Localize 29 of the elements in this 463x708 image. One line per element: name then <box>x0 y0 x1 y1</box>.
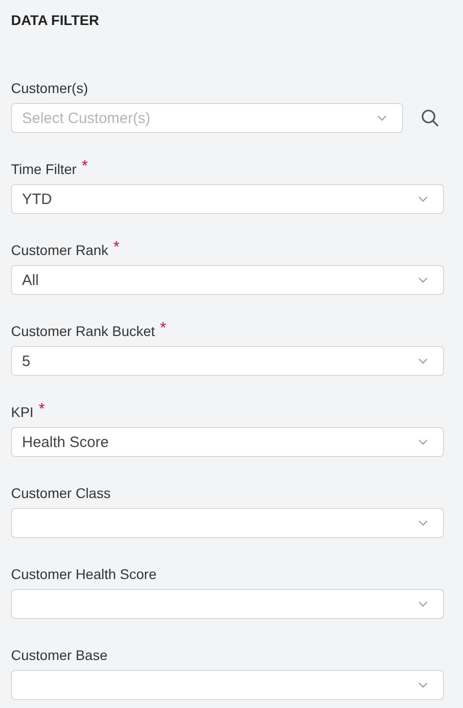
field-label: KPI <box>11 403 34 422</box>
required-mark: * <box>113 240 120 256</box>
chevron-down-icon <box>418 196 428 202</box>
field-label: Time Filter <box>11 160 77 179</box>
chevron-down-icon <box>418 601 428 607</box>
dropdown-field[interactable] <box>11 508 444 538</box>
field-label: Customer Health Score <box>11 565 157 584</box>
dropdown-field[interactable] <box>11 670 444 700</box>
field-label: Customer Class <box>11 484 111 503</box>
panel-title: DATA FILTER <box>11 11 100 29</box>
chevron-down-icon <box>418 439 428 445</box>
chevron-down-icon <box>377 115 387 121</box>
field-label: Customer(s) <box>11 79 88 98</box>
field-label: Customer Rank <box>11 241 108 260</box>
search-icon[interactable] <box>421 109 439 127</box>
dropdown-field[interactable]: 5 <box>11 346 444 376</box>
required-mark: * <box>38 402 45 418</box>
dropdown-field[interactable]: All <box>11 265 444 295</box>
chevron-down-icon <box>418 520 428 526</box>
dropdown-field[interactable]: Health Score <box>11 427 444 457</box>
dropdown-field[interactable] <box>11 589 444 619</box>
dropdown-field[interactable]: YTD <box>11 184 444 214</box>
chevron-down-icon <box>418 277 428 283</box>
required-mark: * <box>160 321 166 337</box>
chevron-down-icon <box>418 682 428 688</box>
field-label: Customer Rank Bucket <box>11 322 155 341</box>
field-label: Customer Base <box>11 646 108 665</box>
required-mark: * <box>82 159 88 175</box>
chevron-down-icon <box>418 358 428 364</box>
